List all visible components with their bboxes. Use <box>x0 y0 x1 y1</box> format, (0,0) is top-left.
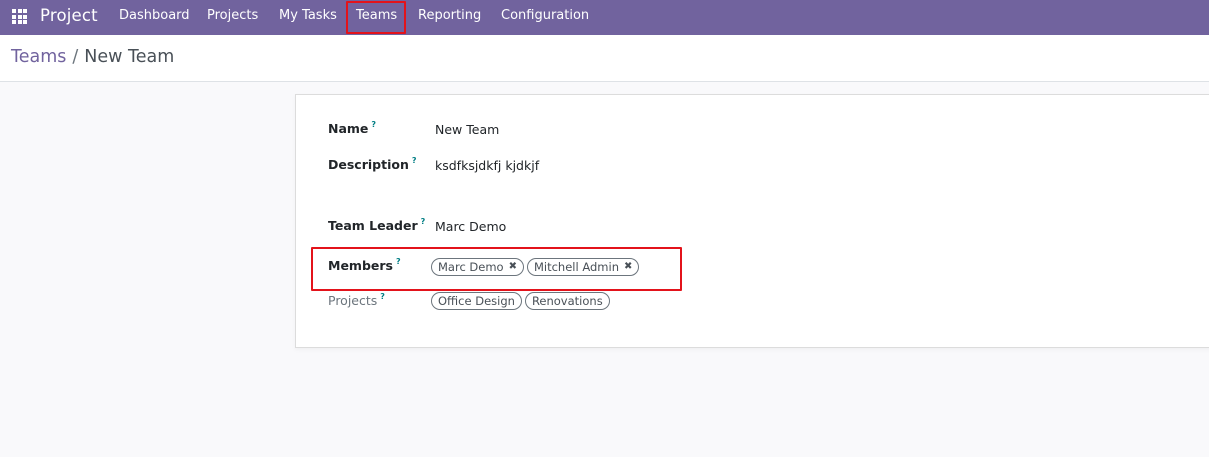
breadcrumb-separator: / <box>72 47 79 67</box>
breadcrumb-teams-link[interactable]: Teams <box>11 47 66 67</box>
menu-projects[interactable]: Projects <box>207 8 258 23</box>
team-leader-label: Team Leader? <box>328 217 426 233</box>
team-leader-label-text: Team Leader <box>328 218 418 233</box>
breadcrumb-current: New Team <box>84 47 175 67</box>
breadcrumb: Teams / New Team <box>11 47 174 67</box>
app-name[interactable]: Project <box>40 6 98 25</box>
team-leader-field[interactable]: Marc Demo <box>435 219 506 234</box>
members-highlight-box <box>311 247 682 291</box>
top-navbar: Project Dashboard Projects My Tasks Team… <box>0 0 1209 35</box>
help-icon[interactable]: ? <box>421 217 426 226</box>
project-tag: Office Design <box>431 292 522 310</box>
help-icon[interactable]: ? <box>371 120 376 129</box>
name-label-text: Name <box>328 121 369 136</box>
description-label-text: Description <box>328 157 409 172</box>
project-tag: Renovations <box>524 292 610 310</box>
name-field[interactable]: New Team <box>435 122 499 137</box>
teams-menu-highlight-box <box>346 1 406 34</box>
projects-tags: Office Design Renovations <box>431 292 610 310</box>
name-label: Name? <box>328 120 376 136</box>
description-field[interactable]: ksdfksjdkfj kjdkjf <box>435 158 539 173</box>
apps-grid-icon[interactable] <box>12 9 27 24</box>
projects-label: Projects? <box>328 292 385 308</box>
control-panel: Teams / New Team <box>0 35 1209 82</box>
menu-my-tasks[interactable]: My Tasks <box>279 8 337 23</box>
menu-reporting[interactable]: Reporting <box>418 8 481 23</box>
menu-configuration[interactable]: Configuration <box>501 8 589 23</box>
projects-label-text: Projects <box>328 293 378 308</box>
menu-dashboard[interactable]: Dashboard <box>119 8 190 23</box>
help-icon[interactable]: ? <box>380 292 385 301</box>
description-label: Description? <box>328 156 417 172</box>
help-icon[interactable]: ? <box>412 156 417 165</box>
